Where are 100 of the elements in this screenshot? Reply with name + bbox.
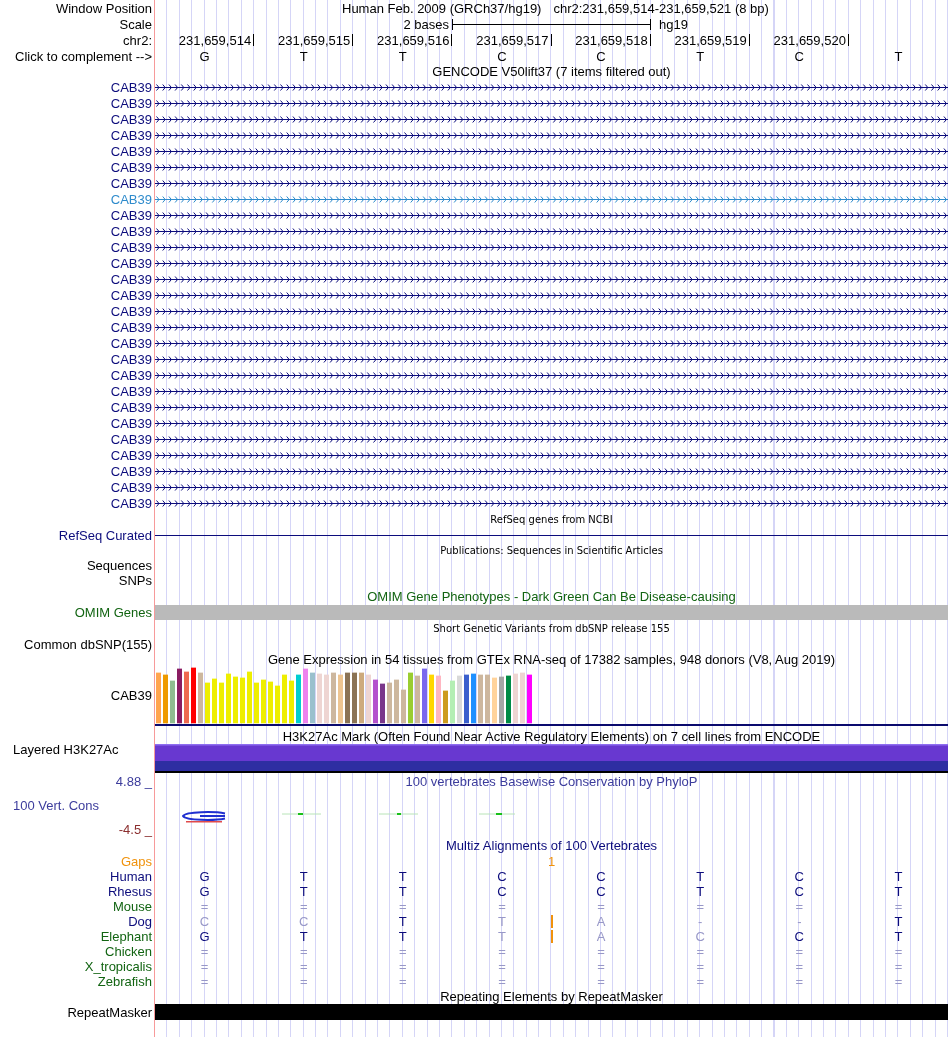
base-letter: = <box>696 959 704 974</box>
gene-line[interactable] <box>155 179 948 187</box>
gene-label[interactable]: CAB39 <box>110 287 152 303</box>
gene-label[interactable]: CAB39 <box>110 399 152 415</box>
base-letter: = <box>894 899 903 914</box>
gene-line[interactable] <box>155 355 948 363</box>
gene-line[interactable] <box>155 163 948 171</box>
base-letter: C <box>299 914 309 929</box>
expression-bar[interactable] <box>506 675 511 724</box>
gene-label[interactable]: CAB39 <box>110 303 152 319</box>
gene-label[interactable]: CAB39 <box>110 111 152 127</box>
conservation-glyph <box>182 811 226 823</box>
expression-bar[interactable] <box>345 672 350 724</box>
gene-label[interactable]: CAB39 <box>110 159 152 175</box>
ruler-tick <box>550 34 552 46</box>
gene-line[interactable] <box>155 371 948 379</box>
gene-line[interactable] <box>155 147 948 155</box>
gene-line[interactable] <box>155 115 948 123</box>
gene-label[interactable]: CAB39 <box>110 367 152 383</box>
expression-bar[interactable] <box>422 668 427 724</box>
gene-label[interactable]: CAB39 <box>110 319 152 335</box>
gene-line[interactable] <box>155 211 948 219</box>
gene-line[interactable] <box>155 323 948 331</box>
gene-label[interactable]: CAB39 <box>110 239 152 255</box>
base-letter: T <box>398 884 407 899</box>
gene-label[interactable]: CAB39 <box>110 271 152 287</box>
gene-line[interactable] <box>155 483 948 491</box>
gene-label[interactable]: CAB39 <box>110 479 152 495</box>
expression-bar[interactable] <box>464 674 469 724</box>
gene-label[interactable]: CAB39 <box>110 351 152 367</box>
gene-label[interactable]: CAB39 <box>110 495 152 511</box>
base-letter: = <box>894 959 903 974</box>
gene-line[interactable] <box>155 243 948 251</box>
gene-label[interactable]: CAB39 <box>110 79 152 95</box>
gene-line[interactable] <box>155 307 948 315</box>
gene-label[interactable]: CAB39 <box>110 175 152 191</box>
base-letter: = <box>399 974 407 989</box>
expression-bar[interactable] <box>471 673 476 724</box>
gene-label[interactable]: CAB39 <box>110 383 152 399</box>
conservation-dash <box>478 813 516 815</box>
expression-bar[interactable] <box>352 672 357 724</box>
base-letter: = <box>894 974 903 989</box>
gene-label[interactable]: CAB39 <box>110 255 152 271</box>
base-letter: = <box>498 899 506 914</box>
species-label: Human <box>110 869 152 884</box>
gene-line[interactable] <box>155 227 948 235</box>
gene-line[interactable] <box>155 99 948 107</box>
gene-label[interactable]: CAB39 <box>110 95 152 111</box>
gene-line[interactable] <box>155 259 948 267</box>
gene-line[interactable] <box>155 131 948 139</box>
position-text: chr2:231,659,514-231,659,521 (8 bp) <box>553 0 769 16</box>
gene-label[interactable]: CAB39 <box>110 335 152 351</box>
expression-bar[interactable] <box>177 668 182 724</box>
expression-bar[interactable] <box>443 690 448 724</box>
base-letter: C <box>497 869 507 884</box>
feature-bar[interactable] <box>155 604 948 620</box>
track-title: RefSeq genes from NCBI <box>490 512 613 526</box>
track-label: Common dbSNP(155) <box>24 636 152 652</box>
gene-label[interactable]: CAB39 <box>110 447 152 463</box>
base-letter: = <box>200 944 209 959</box>
repeat-bar[interactable] <box>155 1004 948 1020</box>
base-letter: = <box>399 899 407 914</box>
expression-bar[interactable] <box>184 671 189 724</box>
complement-link[interactable]: Click to complement --> <box>15 48 152 64</box>
gene-line[interactable] <box>155 435 948 443</box>
gene-label[interactable]: CAB39 <box>110 431 152 447</box>
base-letter: T <box>497 929 506 944</box>
base-letter: C <box>794 869 804 884</box>
gene-line[interactable] <box>155 387 948 395</box>
base-letter: = <box>597 899 605 914</box>
gene-line[interactable] <box>155 534 948 536</box>
expression-bar[interactable] <box>191 667 196 724</box>
gene-line[interactable] <box>155 275 948 283</box>
gene-line[interactable] <box>155 339 948 347</box>
gene-line[interactable] <box>155 403 948 411</box>
ruler-tick <box>352 34 354 46</box>
gene-label[interactable]: CAB39 <box>110 207 152 223</box>
axis-label: -4.5 _ <box>118 821 152 837</box>
gene-line[interactable] <box>155 83 948 91</box>
gene-label[interactable]: CAB39 <box>110 415 152 431</box>
base-letter: T <box>894 914 903 929</box>
expression-bar[interactable] <box>373 679 378 724</box>
base-letter: T <box>894 869 903 884</box>
gene-line[interactable] <box>155 451 948 459</box>
gene-label[interactable]: CAB39 <box>110 127 152 143</box>
gene-label[interactable]: CAB39 <box>110 143 152 159</box>
gene-line[interactable] <box>155 291 948 299</box>
gene-line[interactable] <box>155 467 948 475</box>
track-title: OMIM Gene Phenotypes - Dark Green Can Be Disease-causing <box>367 589 736 604</box>
base-letter: = <box>299 974 308 989</box>
base-letter: = <box>299 944 308 959</box>
gene-label[interactable]: CAB39 <box>110 191 152 207</box>
row-label: chr2: <box>123 32 152 48</box>
gene-label[interactable]: CAB39 <box>110 463 152 479</box>
track-title: GENCODE V50lift37 (7 items filtered out) <box>432 64 671 79</box>
track-label: 100 Vert. Cons <box>13 797 99 813</box>
gene-label[interactable]: CAB39 <box>110 223 152 239</box>
gene-line[interactable] <box>155 499 948 507</box>
expression-bar[interactable] <box>380 683 385 724</box>
gene-line[interactable] <box>155 419 948 427</box>
